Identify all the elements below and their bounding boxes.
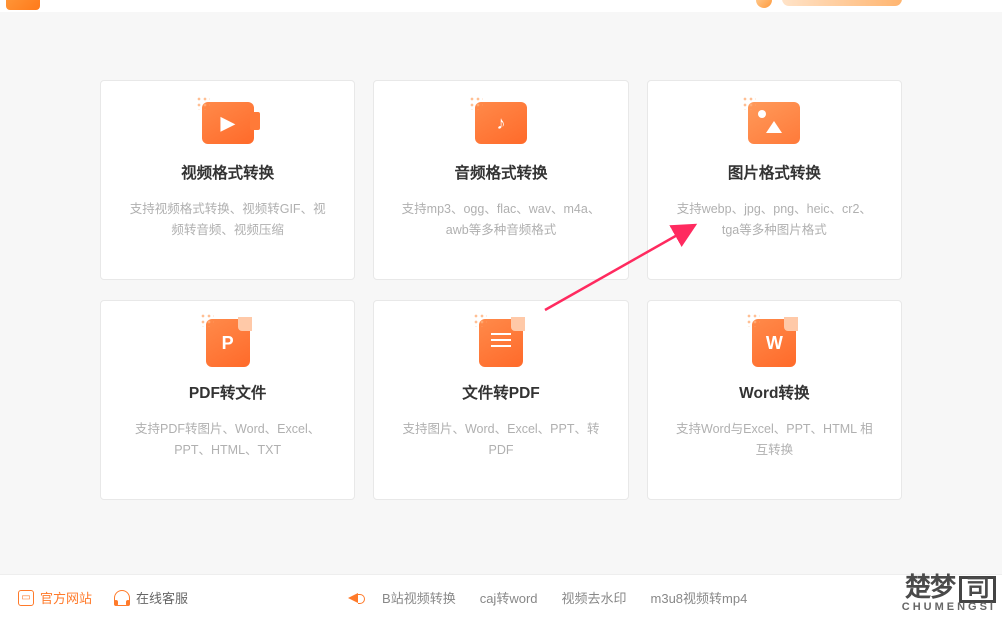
card-title: 图片格式转换 [728, 161, 821, 183]
card-desc: 支持webp、jpg、png、heic、cr2、tga等多种图片格式 [664, 199, 885, 242]
footer-left: ▭ 官方网站 在线客服 [18, 588, 188, 607]
card-desc: 支持视频格式转换、视频转GIF、视频转音频、视频压缩 [117, 199, 338, 242]
quick-link-bilibili[interactable]: B站视频转换 [382, 588, 456, 607]
footer: ▭ 官方网站 在线客服 B站视频转换 caj转word 视频去水印 m3u8视频… [0, 574, 1002, 620]
footer-support-label: 在线客服 [136, 588, 188, 607]
card-title: 视频格式转换 [181, 161, 274, 183]
avatar-icon[interactable] [756, 0, 772, 8]
card-video-convert[interactable]: ▶ 视频格式转换 支持视频格式转换、视频转GIF、视频转音频、视频压缩 [100, 80, 355, 280]
music-icon: ♪ [496, 113, 505, 134]
megaphone-icon [348, 593, 358, 603]
image-convert-icon [744, 99, 804, 147]
play-icon: ▶ [221, 113, 235, 134]
card-desc: 支持Word与Excel、PPT、HTML 相互转换 [664, 419, 885, 462]
card-word-convert[interactable]: W Word转换 支持Word与Excel、PPT、HTML 相互转换 [647, 300, 902, 500]
topbar [0, 0, 1002, 12]
card-title: 文件转PDF [462, 381, 540, 403]
picture-icon [748, 102, 800, 144]
headset-icon [114, 590, 130, 606]
document-p-icon: P [206, 319, 250, 367]
document-lines-icon [479, 319, 523, 367]
quick-link-caj[interactable]: caj转word [480, 588, 538, 607]
official-site-link[interactable]: ▭ 官方网站 [18, 588, 92, 607]
card-desc: 支持mp3、ogg、flac、wav、m4a、awb等多种音频格式 [390, 199, 611, 242]
upgrade-button[interactable] [782, 0, 902, 6]
card-image-convert[interactable]: 图片格式转换 支持webp、jpg、png、heic、cr2、tga等多种图片格… [647, 80, 902, 280]
word-convert-icon: W [744, 319, 804, 367]
card-desc: 支持图片、Word、Excel、PPT、转PDF [390, 419, 611, 462]
footer-site-label: 官方网站 [40, 588, 92, 607]
app-logo-icon [6, 0, 40, 10]
footer-quick-links: B站视频转换 caj转word 视频去水印 m3u8视频转mp4 [348, 588, 747, 607]
card-pdf-to-file[interactable]: P PDF转文件 支持PDF转图片、Word、Excel、PPT、HTML、TX… [100, 300, 355, 500]
document-w-icon: W [752, 319, 796, 367]
card-audio-convert[interactable]: ♪ 音频格式转换 支持mp3、ogg、flac、wav、m4a、awb等多种音频… [373, 80, 628, 280]
card-file-to-pdf[interactable]: 文件转PDF 支持图片、Word、Excel、PPT、转PDF [373, 300, 628, 500]
monitor-icon: ▭ [18, 590, 34, 606]
quick-link-m3u8[interactable]: m3u8视频转mp4 [651, 588, 748, 607]
quick-link-watermark[interactable]: 视频去水印 [562, 588, 627, 607]
card-title: PDF转文件 [189, 381, 267, 403]
video-convert-icon: ▶ [198, 99, 258, 147]
file-to-pdf-icon [471, 319, 531, 367]
card-title: Word转换 [739, 381, 809, 403]
audio-convert-icon: ♪ [471, 99, 531, 147]
card-title: 音频格式转换 [454, 161, 547, 183]
card-grid: ▶ 视频格式转换 支持视频格式转换、视频转GIF、视频转音频、视频压缩 ♪ 音频… [0, 12, 1002, 500]
card-desc: 支持PDF转图片、Word、Excel、PPT、HTML、TXT [117, 419, 338, 462]
support-link[interactable]: 在线客服 [114, 588, 188, 607]
pdf-to-file-icon: P [198, 319, 258, 367]
